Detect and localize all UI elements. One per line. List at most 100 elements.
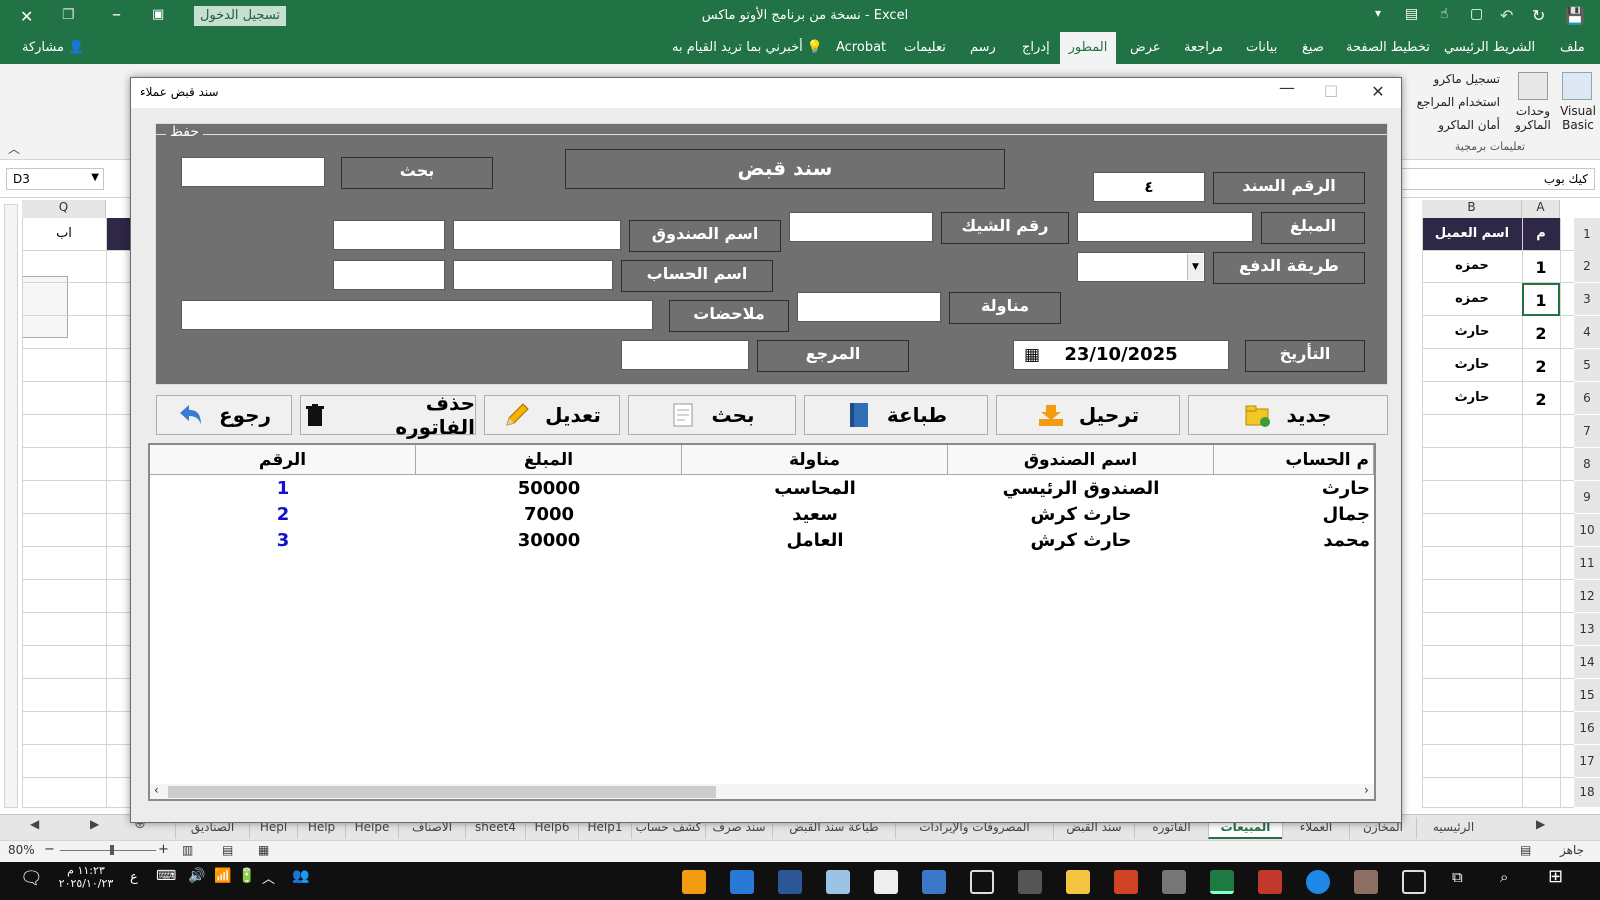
- edit-button[interactable]: تعديل: [484, 395, 620, 435]
- macros-button[interactable]: وحدات الماكرو: [1510, 104, 1556, 132]
- zoom-in-icon[interactable]: +: [158, 842, 169, 857]
- tab-draw[interactable]: رسم: [970, 40, 996, 55]
- visual-basic-button[interactable]: Visual Basic: [1556, 104, 1600, 132]
- sheet-scroll-right-icon[interactable]: ▶: [1536, 817, 1545, 831]
- minimize-icon[interactable]: –: [112, 4, 121, 25]
- start-icon[interactable]: ⊞: [1548, 866, 1563, 887]
- clock[interactable]: ١١:٢٣ م ٢٠٢٥/١٠/٢٣: [56, 864, 116, 890]
- cell-customer-name[interactable]: حمزه: [1422, 258, 1522, 273]
- network-icon[interactable]: 📶: [214, 868, 231, 884]
- tab-review[interactable]: مراجعة: [1184, 40, 1223, 55]
- list-header-handler[interactable]: مناولة: [682, 445, 948, 475]
- user-app-icon[interactable]: [1354, 870, 1378, 894]
- column-header-a[interactable]: A: [1522, 200, 1560, 218]
- row-number[interactable]: 10: [1574, 514, 1600, 546]
- list-header-amount[interactable]: المبلغ: [416, 445, 682, 475]
- 3d-viewer-icon[interactable]: [970, 870, 994, 894]
- check-no-input[interactable]: [789, 212, 933, 242]
- box-code-input[interactable]: [333, 220, 445, 250]
- handler-input[interactable]: [797, 292, 941, 322]
- amount-input[interactable]: [1077, 212, 1253, 242]
- list-header-account[interactable]: م الحساب: [1214, 445, 1374, 475]
- cell-m[interactable]: 1: [1522, 258, 1560, 277]
- task-view-icon[interactable]: ⧉: [1452, 868, 1463, 886]
- scroll-left-icon[interactable]: ‹: [154, 783, 159, 797]
- delete-invoice-button[interactable]: حذف الفاتوره: [300, 391, 476, 439]
- outlook-icon[interactable]: [922, 870, 946, 894]
- close-icon[interactable]: ✕: [20, 7, 33, 26]
- tab-developer[interactable]: المطور: [1060, 32, 1116, 64]
- zoom-slider[interactable]: [60, 850, 156, 851]
- powerpoint-icon[interactable]: [1114, 870, 1138, 894]
- scroll-right-icon[interactable]: ›: [1364, 783, 1369, 797]
- header-cell-customer[interactable]: اسم العميل: [1422, 226, 1522, 241]
- save-icon[interactable]: 💾: [1565, 6, 1585, 25]
- customize-qat-icon[interactable]: ▾: [1375, 6, 1381, 20]
- mail-icon[interactable]: [730, 870, 754, 894]
- post-button[interactable]: ترحيل: [996, 395, 1180, 435]
- language-indicator[interactable]: ع: [130, 870, 138, 885]
- excel-icon[interactable]: [1210, 870, 1234, 894]
- tab-home[interactable]: الشريط الرئيسي: [1444, 40, 1535, 55]
- row-number[interactable]: 18: [1574, 778, 1600, 807]
- back-button[interactable]: رجوع: [156, 395, 292, 435]
- row-number[interactable]: 1: [1574, 218, 1600, 250]
- tab-acrobat[interactable]: Acrobat: [836, 40, 886, 55]
- cell-m[interactable]: 2: [1522, 357, 1560, 376]
- row-number[interactable]: 13: [1574, 613, 1600, 645]
- calculator-icon[interactable]: [1018, 870, 1042, 894]
- project-icon[interactable]: [1162, 870, 1186, 894]
- collapse-ribbon-icon[interactable]: ︿: [8, 140, 20, 157]
- store-icon[interactable]: [874, 870, 898, 894]
- row-number[interactable]: 2: [1574, 250, 1600, 282]
- normal-view-icon[interactable]: ▦: [258, 843, 269, 857]
- row-number[interactable]: 16: [1574, 712, 1600, 744]
- tab-insert[interactable]: إدراج: [1022, 40, 1050, 55]
- column-header-b[interactable]: B: [1422, 200, 1522, 218]
- macro-security-button[interactable]: أمان الماكرو: [1400, 118, 1500, 132]
- new-file-icon[interactable]: ▢: [1470, 6, 1483, 22]
- list-header-box-name[interactable]: اسم الصندوق: [948, 445, 1214, 475]
- page-break-view-icon[interactable]: ▥: [182, 843, 193, 857]
- page-layout-view-icon[interactable]: ▤: [222, 843, 233, 857]
- cell-customer-name[interactable]: حارث: [1422, 390, 1522, 405]
- hidden-icons-chevron-icon[interactable]: ︿: [262, 868, 275, 887]
- selected-cell[interactable]: [1522, 283, 1560, 316]
- access-icon[interactable]: [1258, 870, 1282, 894]
- camera-icon[interactable]: ▤: [1405, 6, 1418, 22]
- word-icon[interactable]: [778, 870, 802, 894]
- voucher-no-input[interactable]: ٤: [1093, 172, 1205, 202]
- account-code-input[interactable]: [333, 260, 445, 290]
- restore-icon[interactable]: ❐: [62, 7, 75, 23]
- redo-icon[interactable]: ↻: [1532, 6, 1545, 25]
- vertical-scrollbar[interactable]: [4, 204, 18, 808]
- box-name-input[interactable]: [453, 220, 621, 250]
- battery-icon[interactable]: 🔋: [238, 868, 255, 884]
- edge-icon[interactable]: [1306, 870, 1330, 894]
- formula-input[interactable]: كيك بوب: [1400, 168, 1595, 190]
- sheet-tab[interactable]: الرئيسيه: [1416, 817, 1490, 839]
- header-cell-q[interactable]: اب: [22, 226, 106, 241]
- keyboard-icon[interactable]: ⌨: [156, 868, 176, 884]
- row-number[interactable]: 4: [1574, 316, 1600, 348]
- print-button[interactable]: طباعة: [804, 395, 988, 435]
- share-button[interactable]: مشاركة 👤: [22, 40, 84, 55]
- tab-data[interactable]: بيانات: [1246, 40, 1277, 55]
- list-scroll-thumb[interactable]: [168, 786, 716, 798]
- row-number[interactable]: 11: [1574, 547, 1600, 579]
- chevron-down-icon[interactable]: ▼: [1187, 254, 1203, 280]
- row-number[interactable]: 8: [1574, 448, 1600, 480]
- cloud-icon[interactable]: [826, 870, 850, 894]
- tab-formulas[interactable]: صيغ: [1302, 40, 1324, 55]
- people-icon[interactable]: 👥: [292, 868, 309, 884]
- calendar-icon[interactable]: ▦: [1024, 341, 1040, 369]
- signin-button[interactable]: تسجيل الدخول: [194, 6, 286, 26]
- column-header-q[interactable]: Q: [22, 200, 106, 218]
- tab-page-layout[interactable]: تخطيط الصفحة: [1346, 40, 1430, 55]
- row-number[interactable]: 15: [1574, 679, 1600, 711]
- tell-me-box[interactable]: أخبرني بما تريد القيام به 💡: [672, 40, 823, 55]
- date-input[interactable]: 23/10/2025 ▦: [1013, 340, 1229, 370]
- row-number[interactable]: 3: [1574, 283, 1600, 315]
- tab-view[interactable]: عرض: [1130, 40, 1161, 55]
- row-number[interactable]: 6: [1574, 382, 1600, 414]
